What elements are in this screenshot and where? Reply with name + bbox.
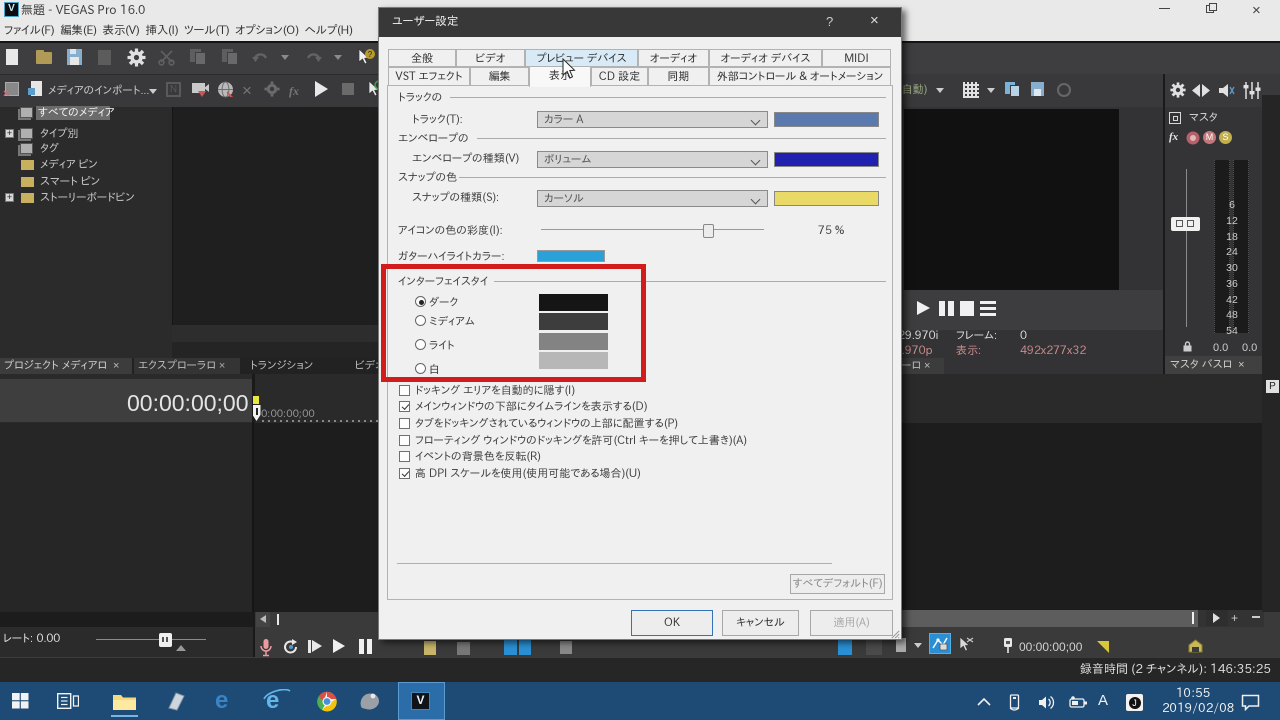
svg-text:?: ? [368, 50, 373, 59]
